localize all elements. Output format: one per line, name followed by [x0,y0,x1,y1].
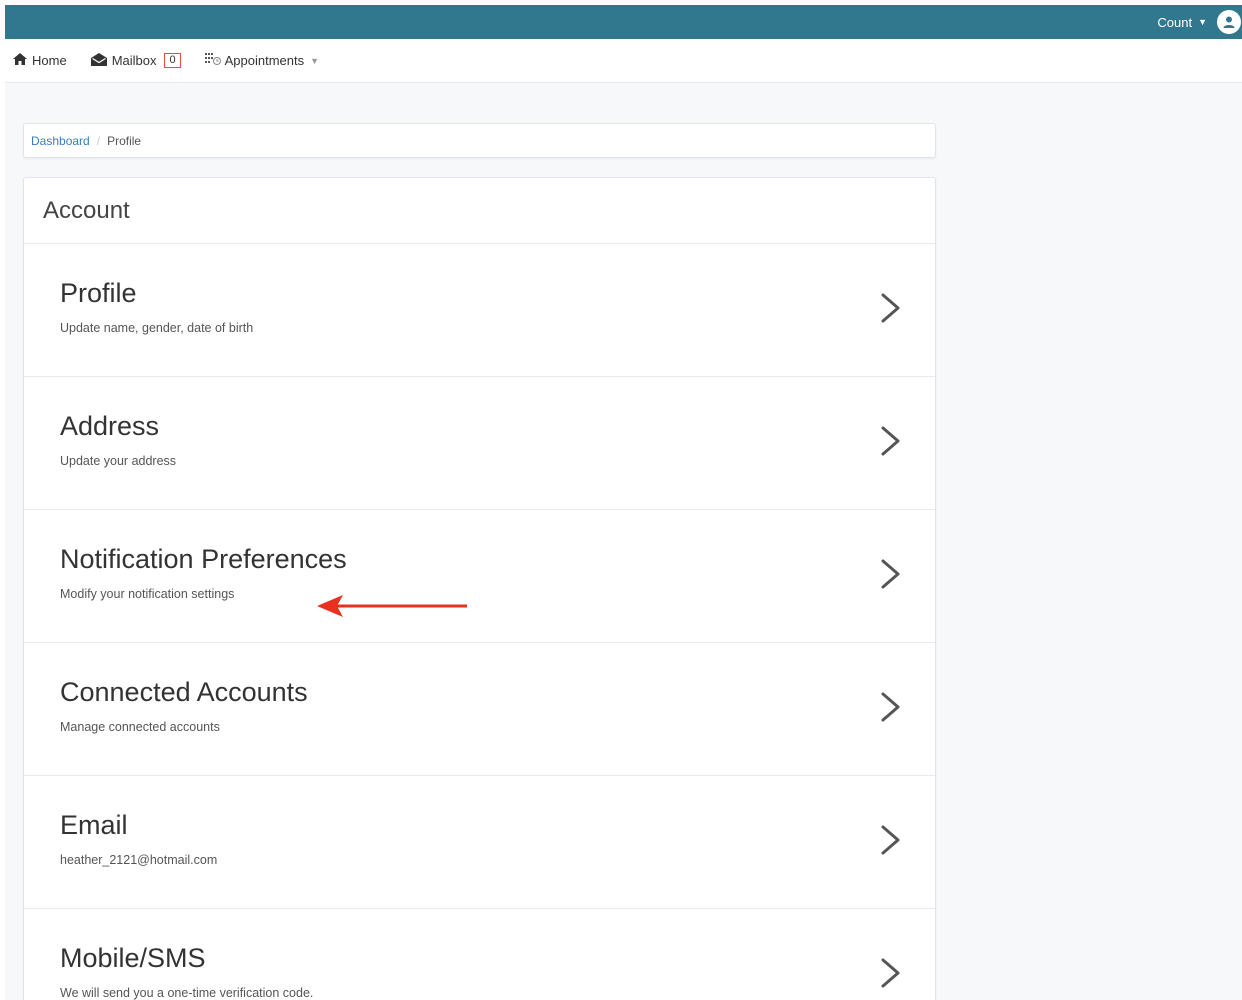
row-title: Mobile/SMS [60,943,206,973]
top-bar: Count ▼ [5,5,1242,39]
breadcrumb: Dashboard / Profile [23,123,936,158]
user-avatar-icon[interactable] [1217,10,1241,34]
account-row-email[interactable]: Email heather_2121@hotmail.com [24,776,935,909]
nav-home-label: Home [32,53,67,68]
row-title: Address [60,411,160,441]
mailbox-count-badge: 0 [164,53,181,68]
account-row-connected-accounts[interactable]: Connected Accounts Manage connected acco… [24,643,935,776]
account-row-mobile-sms[interactable]: Mobile/SMS We will send you a one-time v… [24,909,935,1000]
nav-mailbox-label: Mailbox [111,53,157,68]
panel-heading: Account [24,178,935,244]
user-name[interactable]: Count [1157,15,1192,30]
account-row-notification-preferences[interactable]: Notification Preferences Modify your not… [24,510,935,643]
nav-appointments-label: Appointments [224,53,305,68]
chevron-down-icon: ▼ [310,55,320,66]
row-title: Profile [60,278,137,308]
row-subtitle: Modify your notification settings [60,587,235,601]
row-title: Notification Preferences [60,544,347,574]
main-navbar: Home Mailbox 0 Appointments ▼ [5,39,1242,83]
main-content: Dashboard / Profile Account Profile Upda… [5,83,1242,1000]
breadcrumb-current: Profile [107,133,142,148]
nav-mailbox[interactable]: Mailbox 0 [90,52,181,69]
nav-home[interactable]: Home [13,53,67,68]
annotation-arrow-icon [317,595,467,617]
chevron-right-icon[interactable] [880,824,902,856]
account-row-profile[interactable]: Profile Update name, gender, date of bir… [24,244,935,377]
chevron-right-icon[interactable] [880,292,902,324]
home-icon [13,53,27,68]
account-panel: Account Profile Update name, gender, dat… [23,177,936,1000]
calendar-grid-icon [204,52,223,69]
row-subtitle: Manage connected accounts [60,720,220,734]
user-menu[interactable]: Count ▼ [1157,5,1242,39]
chevron-right-icon[interactable] [880,957,902,989]
caret-down-icon[interactable]: ▼ [1198,17,1207,27]
row-subtitle: heather_2121@hotmail.com [60,853,218,867]
envelope-open-icon [90,52,107,69]
row-subtitle: We will send you a one-time verification… [60,986,314,1000]
account-row-address[interactable]: Address Update your address [24,377,935,510]
chevron-right-icon[interactable] [880,691,902,723]
breadcrumb-separator: / [96,133,101,148]
row-title: Connected Accounts [60,677,308,707]
breadcrumb-dashboard-link[interactable]: Dashboard [31,134,90,148]
row-title: Email [60,810,128,840]
chevron-right-icon[interactable] [880,558,902,590]
row-subtitle: Update your address [60,454,177,468]
chevron-right-icon[interactable] [880,425,902,457]
row-subtitle: Update name, gender, date of birth [60,321,254,335]
nav-appointments[interactable]: Appointments ▼ [204,52,320,69]
